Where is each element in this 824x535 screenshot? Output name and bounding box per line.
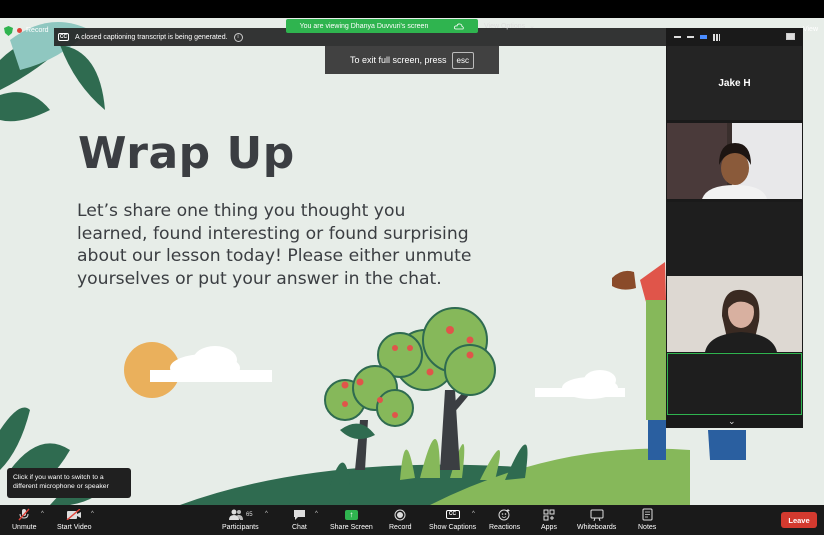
start-video-label: Start Video [57, 524, 92, 531]
record-icon [394, 509, 406, 520]
meeting-toolbar: Unmute ^ Start Video ^ 65 Participants ^… [0, 505, 824, 535]
video-off-icon [66, 509, 82, 520]
share-banner-text: You are viewing Dhanya Duvvuri's screen [299, 22, 429, 30]
captions-options-caret[interactable]: ^ [472, 511, 475, 517]
participant-video-tile[interactable] [667, 276, 802, 352]
participant-tile[interactable]: Jake H [667, 46, 802, 120]
unmute-button[interactable]: Unmute [12, 508, 37, 531]
view-button[interactable]: View [803, 26, 818, 33]
view-options-label: View Options [484, 22, 526, 30]
chat-icon [293, 509, 305, 520]
exit-floating-icon[interactable] [786, 33, 795, 40]
captions-icon: CC [445, 510, 460, 519]
slide-body-text: Let’s share one thing you thought you le… [77, 201, 472, 289]
whiteboards-label: Whiteboards [577, 524, 617, 531]
participant-gallery: Jake H ⌄ [666, 28, 803, 428]
participants-options-caret[interactable]: ^ [265, 511, 268, 517]
apps-icon [543, 509, 555, 520]
record-button[interactable]: Record [389, 508, 412, 531]
reactions-button[interactable]: Reactions [489, 508, 520, 531]
recording-indicator[interactable]: Record [4, 24, 49, 37]
notes-button[interactable]: Notes [638, 508, 656, 531]
participant-tile-active[interactable] [667, 353, 802, 415]
closed-caption-icon: CC [58, 33, 69, 41]
view-options-button[interactable]: View Options ⌄ [480, 19, 540, 33]
participant-video-tile[interactable] [667, 123, 802, 199]
shield-icon [4, 25, 13, 36]
muted-microphone-icon [18, 508, 30, 521]
video-options-caret[interactable]: ^ [91, 511, 94, 517]
share-screen-button[interactable]: ↑ Share Screen [330, 508, 373, 531]
gallery-layout-toolbar [666, 28, 803, 46]
exit-fullscreen-text: To exit full screen, press [350, 55, 447, 65]
esc-key: esc [451, 51, 474, 69]
chat-button[interactable]: Chat [292, 508, 307, 531]
apps-label: Apps [541, 524, 557, 531]
reactions-icon [498, 509, 510, 521]
start-video-button[interactable]: Start Video [57, 508, 92, 531]
minimize-icon[interactable] [674, 36, 681, 38]
chat-options-caret[interactable]: ^ [315, 511, 318, 517]
audio-switch-tooltip: Click if you want to switch to a differe… [7, 468, 131, 498]
participant-count: 65 [245, 511, 253, 518]
notes-icon [642, 508, 653, 521]
participants-button[interactable]: 65 Participants [222, 508, 259, 531]
cloud-icon [454, 23, 465, 29]
exit-fullscreen-hint: To exit full screen, press esc [325, 46, 499, 74]
chevron-down-icon[interactable]: ⌄ [728, 416, 736, 427]
recording-label: Record [26, 27, 49, 34]
participant-video [667, 276, 802, 352]
speaker-layout-icon[interactable] [687, 36, 694, 38]
record-label: Record [389, 524, 412, 531]
chevron-down-icon: ⌄ [529, 23, 535, 30]
participant-name: Jake H [718, 77, 751, 89]
chat-label: Chat [292, 524, 307, 531]
notes-label: Notes [638, 524, 657, 531]
reactions-label: Reactions [489, 524, 521, 531]
grid-layout-icon[interactable] [713, 33, 720, 41]
show-captions-button[interactable]: CC Show Captions [429, 508, 476, 531]
whiteboards-button[interactable]: Whiteboards [577, 508, 616, 531]
cc-message: A closed captioning transcript is being … [75, 33, 228, 41]
audio-options-caret[interactable]: ^ [41, 511, 44, 517]
recording-dot-icon [17, 28, 22, 33]
participant-tile-empty[interactable] [667, 202, 802, 276]
share-screen-icon: ↑ [344, 509, 358, 520]
strip-layout-icon[interactable] [700, 35, 707, 39]
whiteboard-icon [590, 509, 604, 521]
participant-video [667, 123, 802, 199]
unmute-label: Unmute [12, 524, 37, 531]
leave-button[interactable]: Leave [781, 512, 817, 528]
participants-label: Participants [222, 524, 259, 531]
screen-share-banner: You are viewing Dhanya Duvvuri's screen [286, 19, 478, 33]
show-captions-label: Show Captions [429, 524, 477, 531]
slide-title: Wrap Up [78, 128, 295, 179]
top-black-bar [0, 0, 824, 18]
share-screen-label: Share Screen [330, 524, 373, 531]
info-icon[interactable]: i [233, 32, 243, 42]
participants-icon [228, 509, 243, 520]
apps-button[interactable]: Apps [541, 508, 557, 531]
